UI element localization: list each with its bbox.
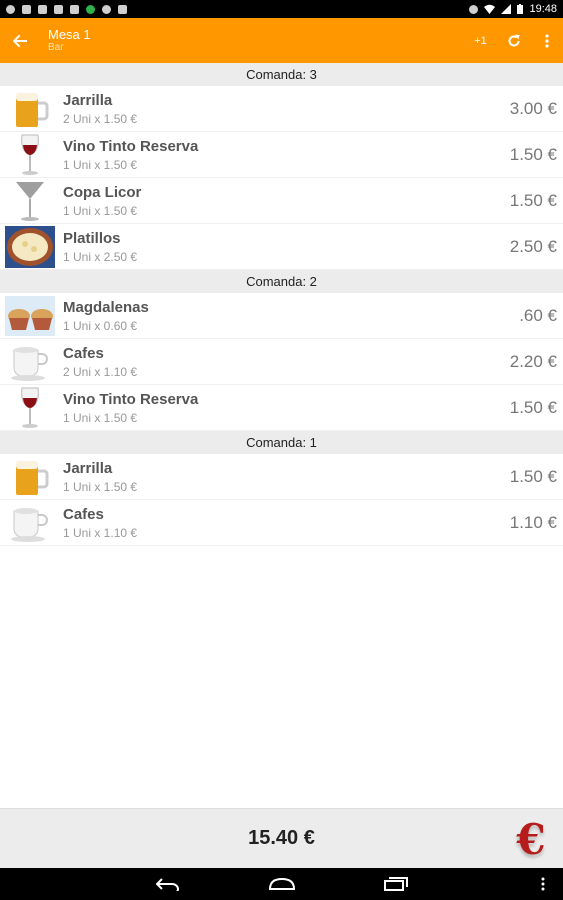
item-name: Jarrilla (63, 91, 113, 109)
nav-recents-button[interactable] (371, 868, 421, 900)
item-price: 1.50 € (509, 190, 557, 210)
chat-icon (86, 4, 95, 14)
gamepad-icon (102, 4, 111, 14)
coffee-cup-icon (4, 501, 56, 545)
item-detail: 1 Uni x 1.10 € (63, 525, 138, 540)
item-price: 2.50 € (509, 236, 557, 256)
item-price: 1.50 € (509, 466, 557, 486)
list-item[interactable]: Cafes 2 Uni x 1.10 € 2.20 € (0, 339, 563, 385)
item-name: Vino Tinto Reserva (63, 137, 199, 155)
muffin-icon (4, 294, 56, 338)
nav-home-button[interactable] (257, 868, 307, 900)
total-amount: 15.40 € (248, 827, 315, 849)
more-vert-icon (544, 33, 549, 48)
action-bar: Mesa 1 Bar +1 (0, 18, 563, 63)
item-name: Cafes (63, 344, 104, 362)
overflow-menu-button[interactable] (530, 18, 563, 63)
order-list: Comanda: 3 Jarrilla 2 Uni x 1.50 € 3.00 … (0, 63, 563, 546)
martini-glass-icon (4, 179, 56, 223)
battery-icon (517, 4, 524, 14)
item-name: Magdalenas (63, 298, 149, 316)
list-item[interactable]: Jarrilla 2 Uni x 1.50 € 3.00 € (0, 86, 563, 132)
arrow-left-icon (13, 34, 27, 47)
item-price: 3.00 € (509, 98, 557, 118)
signal-icon (501, 4, 512, 14)
file-icon (22, 4, 31, 14)
sync-icon (469, 4, 479, 14)
settings-icon (6, 4, 15, 14)
download-icon (38, 4, 47, 14)
nav-back-button[interactable] (143, 868, 193, 900)
title-block: Mesa 1 Bar (48, 27, 91, 54)
list-item[interactable]: Jarrilla 1 Uni x 1.50 € 1.50 € (0, 454, 563, 500)
system-icons: 19:48 (469, 3, 557, 15)
back-icon (156, 878, 179, 891)
back-button[interactable] (0, 18, 40, 63)
refresh-icon (508, 34, 520, 47)
item-price: .60 € (519, 305, 557, 325)
section-header-comanda-3: Comanda: 3 (0, 63, 563, 86)
pay-button[interactable]: € (509, 813, 553, 865)
beer-mug-icon (4, 87, 56, 131)
item-detail: 1 Uni x 1.50 € (63, 203, 138, 218)
page-subtitle: Bar (48, 42, 64, 53)
wine-glass-icon (4, 386, 56, 430)
app-root: 19:48 Mesa 1 Bar +1 Comanda: 3 Jarrilla … (0, 0, 563, 900)
list-item[interactable]: Vino Tinto Reserva 1 Uni x 1.50 € 1.50 € (0, 132, 563, 178)
list-item[interactable]: Cafes 1 Uni x 1.10 € 1.10 € (0, 500, 563, 546)
item-price: 1.50 € (509, 397, 557, 417)
recents-icon (384, 877, 408, 891)
wifi-icon (484, 4, 496, 14)
clock: 19:48 (529, 3, 557, 15)
more-vert-icon (541, 877, 545, 891)
section-header-comanda-1: Comanda: 1 (0, 431, 563, 454)
item-detail: 1 Uni x 1.50 € (63, 479, 138, 494)
refresh-button[interactable] (497, 18, 530, 63)
coffee-cup-icon (4, 340, 56, 384)
item-detail: 2 Uni x 1.10 € (63, 364, 138, 379)
item-detail: 1 Uni x 1.50 € (63, 410, 138, 425)
item-name: Cafes (63, 505, 104, 523)
wine-glass-icon (4, 133, 56, 177)
item-name: Vino Tinto Reserva (63, 390, 199, 408)
item-price: 2.20 € (509, 351, 557, 371)
section-header-comanda-2: Comanda: 2 (0, 270, 563, 293)
item-detail: 1 Uni x 2.50 € (63, 249, 138, 264)
item-name: Copa Licor (63, 183, 142, 201)
folder-icon (118, 4, 127, 14)
item-detail: 1 Uni x 1.50 € (63, 157, 138, 172)
total-bar: 15.40 € € (0, 808, 563, 868)
item-detail: 1 Uni x 0.60 € (63, 318, 138, 333)
navigation-bar (0, 868, 563, 900)
status-bar: 19:48 (0, 0, 563, 18)
item-price: 1.50 € (509, 144, 557, 164)
page-title: Mesa 1 (48, 27, 91, 42)
list-item[interactable]: Copa Licor 1 Uni x 1.50 € 1.50 € (0, 178, 563, 224)
plate-icon (4, 225, 56, 269)
action-buttons: +1 (464, 18, 563, 63)
list-item[interactable]: Vino Tinto Reserva 1 Uni x 1.50 € 1.50 € (0, 385, 563, 431)
beer-mug-icon (4, 455, 56, 499)
image-icon (54, 4, 63, 14)
app-icon (70, 4, 79, 14)
item-price: 1.10 € (509, 512, 557, 532)
list-item[interactable]: Magdalenas 1 Uni x 0.60 € .60 € (0, 293, 563, 339)
nav-menu-button[interactable] (523, 868, 563, 900)
home-icon (269, 878, 295, 890)
notification-icons (6, 4, 127, 14)
item-name: Platillos (63, 229, 121, 247)
plus-one-button[interactable]: +1 (464, 18, 497, 63)
euro-icon: € (516, 814, 546, 864)
list-item[interactable]: Platillos 1 Uni x 2.50 € 2.50 € (0, 224, 563, 270)
item-detail: 2 Uni x 1.50 € (63, 111, 138, 126)
item-name: Jarrilla (63, 459, 113, 477)
